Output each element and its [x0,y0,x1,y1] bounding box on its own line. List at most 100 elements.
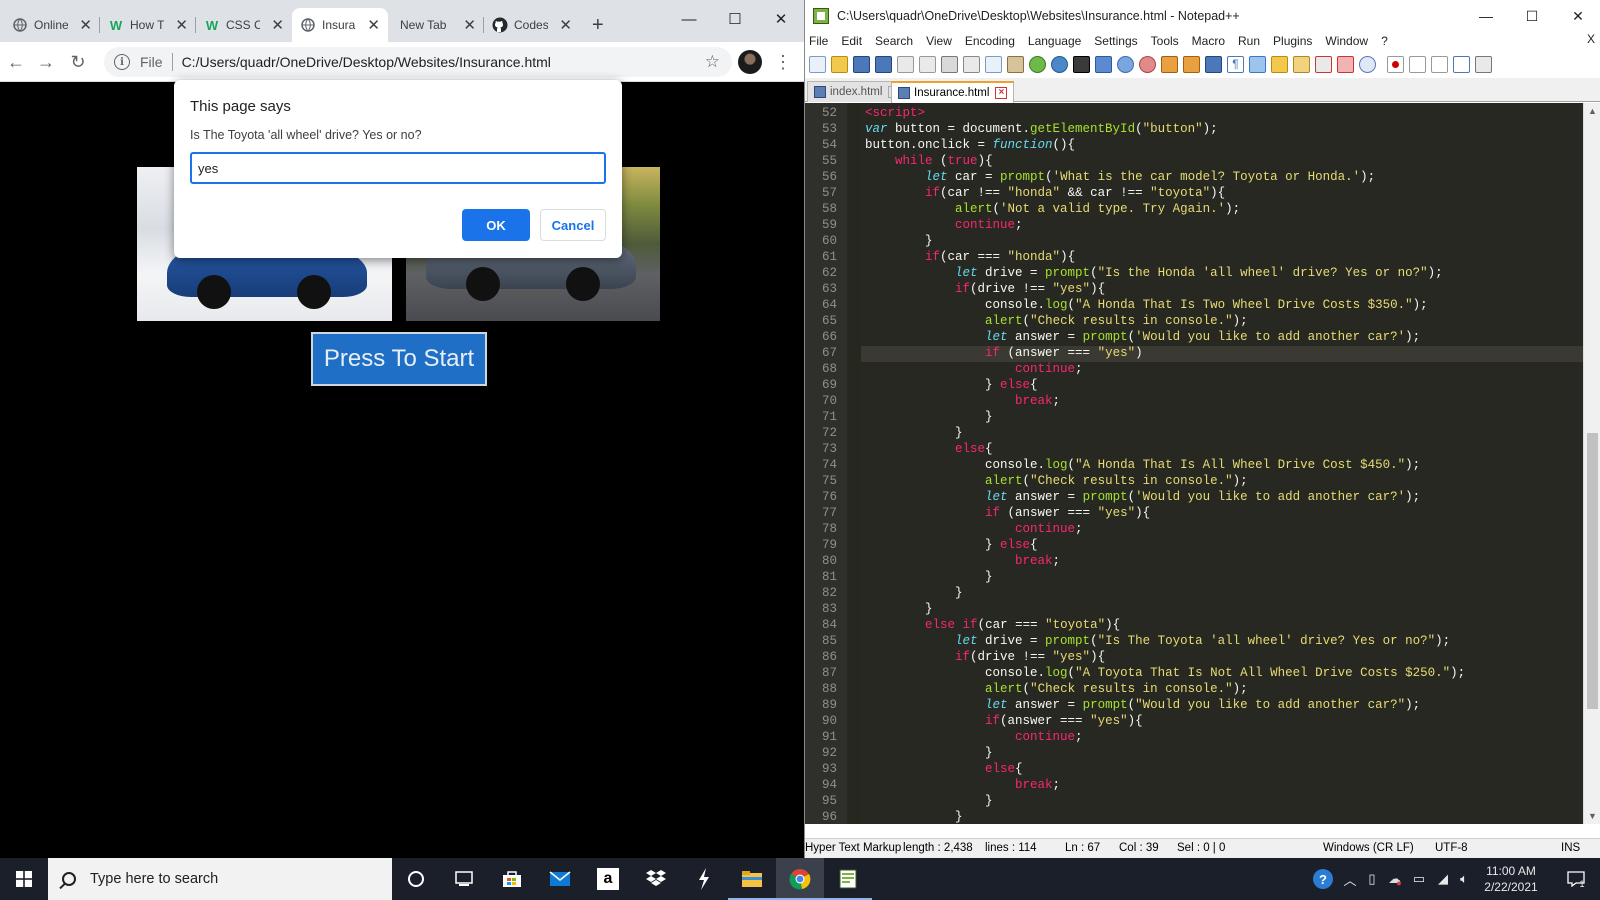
menu-search[interactable]: Search [875,34,913,48]
notification-icon[interactable]: 1 [1558,858,1594,900]
code-line[interactable]: continue; [865,217,1023,233]
find-icon[interactable] [1073,55,1090,73]
code-editor[interactable]: 52−5354−55−5657−58596061−6263−64656667−6… [805,103,1583,824]
code-line[interactable]: alert('Not a valid type. Try Again.'); [865,201,1240,217]
close-file-icon[interactable] [897,55,914,73]
code-line[interactable]: let drive = prompt("Is The Toyota 'all w… [865,633,1450,649]
dialog-input[interactable] [190,152,606,184]
tab-css[interactable]: W CSS C ✕ [196,8,292,42]
menu-macro[interactable]: Macro [1192,34,1225,48]
chrome-icon[interactable] [776,858,824,900]
store-icon[interactable] [488,858,536,900]
code-line[interactable]: } [865,793,993,809]
close-icon[interactable]: ✕ [463,16,476,34]
menu-language[interactable]: Language [1028,34,1081,48]
close-icon[interactable]: ✕ [559,16,572,34]
profile-avatar[interactable] [738,50,762,74]
close-icon[interactable]: ✕ [367,16,380,34]
tab-online[interactable]: Online ✕ [4,8,100,42]
cut-icon[interactable] [963,55,980,73]
redo-icon[interactable] [1051,55,1068,73]
menu-settings[interactable]: Settings [1094,34,1137,48]
ok-button[interactable]: OK [462,209,530,241]
close-icon[interactable]: ✕ [79,16,92,34]
code-line[interactable]: break; [865,777,1060,793]
code-line[interactable]: if(answer === "yes"){ [865,713,1143,729]
taskbar-search-box[interactable]: Type here to search [48,858,392,900]
code-line[interactable]: if(car !== "honda" && car !== "toyota"){ [865,185,1225,201]
dropbox-icon[interactable] [632,858,680,900]
mail-icon[interactable] [536,858,584,900]
code-line[interactable]: let answer = prompt("Would you like to a… [865,697,1420,713]
code-line[interactable]: if (answer === "yes") [865,345,1143,361]
help-icon[interactable]: ? [1310,858,1336,900]
fold-margin[interactable] [847,103,861,824]
battery-icon[interactable]: ▭ [1408,858,1430,900]
code-line[interactable]: } [865,233,933,249]
print-icon[interactable] [941,55,958,73]
code-line[interactable]: let answer = prompt('Would you like to a… [865,329,1420,345]
doc-map-icon[interactable] [1293,55,1310,73]
menu-view[interactable]: View [926,34,952,48]
press-to-start-button[interactable]: Press To Start [310,331,488,387]
close-icon[interactable]: × [995,87,1008,99]
copy-icon[interactable] [985,55,1002,73]
info-icon[interactable]: i [114,54,130,70]
address-url[interactable]: C:/Users/quadr/OneDrive/Desktop/Websites… [182,54,551,70]
sync-v-icon[interactable] [1161,55,1178,73]
code-line[interactable]: if(drive !== "yes"){ [865,649,1105,665]
close-all-icon[interactable] [919,55,936,73]
forward-icon[interactable]: → [34,50,58,74]
zoom-out-icon[interactable] [1139,55,1156,73]
code-line[interactable]: <script> [865,105,925,121]
scroll-up-icon[interactable]: ▲ [1588,106,1597,116]
file-explorer-icon[interactable] [728,858,776,900]
close-icon[interactable]: ✕ [175,16,188,34]
cortana-icon[interactable] [392,858,440,900]
bookmark-star-icon[interactable]: ☆ [705,52,720,72]
tab-new-tab[interactable]: New Tab ✕ [388,8,484,42]
code-line[interactable]: break; [865,553,1060,569]
scroll-down-icon[interactable]: ▼ [1588,811,1597,821]
word-wrap-icon[interactable] [1205,55,1222,73]
volume-icon[interactable]: 🔈︎ [1454,858,1474,900]
close-icon[interactable]: ✕ [271,16,284,34]
stop-macro-icon[interactable] [1409,55,1426,73]
new-file-icon[interactable] [809,55,826,73]
tab-insurance[interactable]: Insura ✕ [292,8,388,42]
code-line[interactable]: continue; [865,521,1083,537]
task-view-icon[interactable] [440,858,488,900]
save-icon[interactable] [853,55,870,73]
menu-kebab-icon[interactable]: ⋮ [774,50,792,74]
maximize-icon[interactable]: ☐ [712,6,758,32]
code-line[interactable]: else if(car === "toyota"){ [865,617,1120,633]
menu-window[interactable]: Window [1325,34,1368,48]
chevron-up-icon[interactable]: ︿ [1340,858,1360,900]
code-line[interactable]: } [865,601,933,617]
show-all-chars-icon[interactable]: ¶ [1227,55,1244,73]
indent-guide-icon[interactable] [1249,55,1266,73]
code-line[interactable]: } [865,585,963,601]
wifi-icon[interactable]: ◢ [1432,858,1454,900]
code-line[interactable]: console.log("A Honda That Is Two Wheel D… [865,297,1428,313]
windows-start-icon[interactable] [0,858,48,900]
code-line[interactable]: continue; [865,729,1083,745]
status-encoding[interactable]: UTF-8 [1435,842,1468,854]
bolt-app-icon[interactable] [680,858,728,900]
minimize-icon[interactable]: — [1463,0,1509,32]
code-line[interactable]: continue; [865,361,1083,377]
menu-edit[interactable]: Edit [841,34,862,48]
clock[interactable]: 11:00 AM 2/22/2021 [1476,863,1546,895]
code-line[interactable]: } else{ [865,377,1038,393]
code-line[interactable]: } else{ [865,537,1038,553]
monitor-icon[interactable] [1359,55,1376,73]
code-line[interactable]: else{ [865,441,993,457]
run-macro-multiple-icon[interactable] [1453,55,1470,73]
code-line[interactable]: } [865,425,963,441]
tab-codes[interactable]: Codes ✕ [484,8,580,42]
menu-encoding[interactable]: Encoding [965,34,1015,48]
address-bar[interactable]: i File C:/Users/quadr/OneDrive/Desktop/W… [104,47,732,77]
code-line[interactable]: let car = prompt('What is the car model?… [865,169,1375,185]
close-window-icon[interactable]: ✕ [758,6,804,32]
cancel-button[interactable]: Cancel [540,209,606,241]
